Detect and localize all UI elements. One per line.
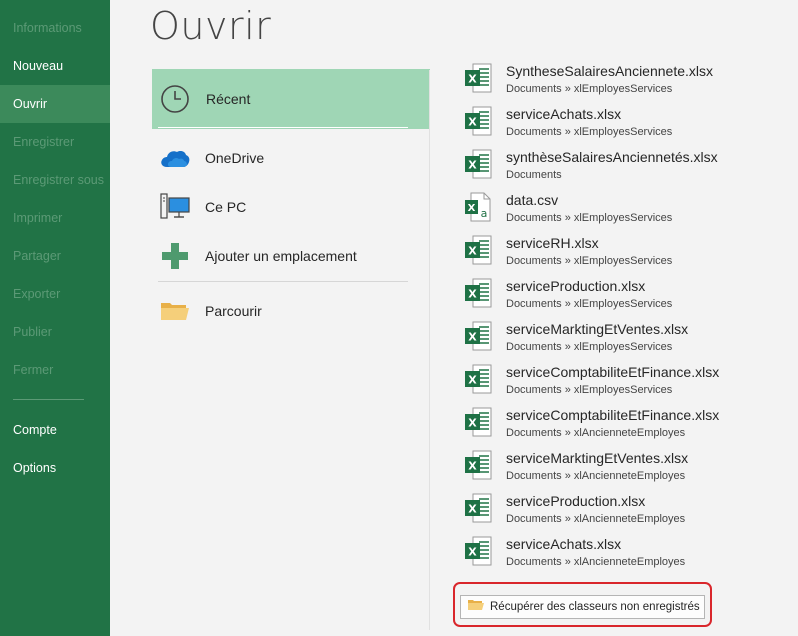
location-label: Parcourir (205, 303, 262, 319)
sidebar-item-enregistrer[interactable]: Enregistrer (0, 123, 110, 161)
location-label: Récent (206, 91, 251, 107)
recover-unsaved-label: Récupérer des classeurs non enregistrés (490, 601, 700, 613)
location-parcourir[interactable]: Parcourir (152, 286, 430, 336)
sidebar-item-publier[interactable]: Publier (0, 313, 110, 351)
file-path: Documents » xlAncienneteEmployes (506, 556, 686, 568)
file-path: Documents » xlEmployesServices (506, 83, 673, 95)
excel-icon: X (464, 407, 492, 437)
file-name: serviceProduction.xlsx (506, 278, 646, 294)
excel-icon: X (464, 106, 492, 136)
recent-file-item[interactable]: XserviceRH.xlsx Documents » xlEmployesSer… (464, 232, 794, 275)
csv-icon: aX (464, 192, 492, 222)
sidebar-item-compte[interactable]: Compte (0, 411, 110, 449)
file-path: Documents » xlEmployesServices (506, 255, 673, 267)
backstage-sidebar: Informations Nouveau Ouvrir Enregistrer … (0, 0, 110, 636)
svg-text:X: X (468, 159, 477, 172)
page-title: Ouvrir (150, 4, 272, 48)
location-ajouter-emplacement[interactable]: Ajouter un emplacement (152, 231, 430, 281)
file-path: Documents » xlEmployesServices (506, 126, 673, 138)
file-name: serviceComptabiliteEtFinance.xlsx (506, 407, 720, 423)
svg-text:X: X (468, 503, 477, 516)
folder-open-icon (468, 598, 484, 616)
svg-text:X: X (468, 288, 477, 301)
file-path: Documents » xlEmployesServices (506, 212, 673, 224)
location-ce-pc[interactable]: Ce PC (152, 182, 430, 232)
sidebar-item-enregistrer-sous[interactable]: Enregistrer sous (0, 161, 110, 199)
clock-icon (158, 82, 192, 116)
excel-icon: X (464, 493, 492, 523)
file-name: serviceMarktingEtVentes.xlsx (506, 321, 689, 337)
svg-text:X: X (468, 331, 477, 344)
sidebar-item-partager[interactable]: Partager (0, 237, 110, 275)
excel-icon: X (464, 278, 492, 308)
recent-file-item[interactable]: XserviceComptabiliteEtFinance.xlsx Docume… (464, 361, 794, 404)
sidebar-item-options[interactable]: Options (0, 449, 110, 487)
file-name: serviceAchats.xlsx (506, 536, 622, 552)
recent-file-item[interactable]: XserviceComptabiliteEtFinance.xlsx Docume… (464, 404, 794, 447)
sidebar-item-fermer[interactable]: Fermer (0, 351, 110, 389)
recent-file-item[interactable]: a Xdata.csv Documents » xlEmployesServices (464, 189, 794, 232)
file-path: Documents » xlAncienneteEmployes (506, 470, 686, 482)
open-panel: Ouvrir Récent OneDrive Ce PC Ajouter un … (110, 0, 798, 636)
svg-text:a: a (481, 207, 488, 220)
file-name: serviceProduction.xlsx (506, 493, 646, 509)
column-separator (429, 70, 430, 630)
recent-file-item[interactable]: XserviceProduction.xlsx Documents » xlAnc… (464, 490, 794, 533)
file-path: Documents » xlEmployesServices (506, 341, 673, 353)
sidebar-item-informations[interactable]: Informations (0, 9, 110, 47)
file-name: serviceAchats.xlsx (506, 106, 622, 122)
file-name: serviceComptabiliteEtFinance.xlsx (506, 364, 720, 380)
file-path: Documents » xlAncienneteEmployes (506, 427, 686, 439)
sidebar-item-nouveau[interactable]: Nouveau (0, 47, 110, 85)
excel-icon: X (464, 450, 492, 480)
location-label: Ce PC (205, 199, 247, 215)
svg-text:X: X (468, 374, 477, 387)
file-name: data.csv (506, 192, 559, 208)
file-path: Documents » xlEmployesServices (506, 384, 673, 396)
file-path: Documents » xlAncienneteEmployes (506, 513, 686, 525)
recent-file-item[interactable]: XserviceAchats.xlsx Documents » xlAncienn… (464, 533, 794, 576)
svg-text:X: X (468, 245, 477, 258)
recent-file-item[interactable]: XserviceMarktingEtVentes.xlsx Documents »… (464, 447, 794, 490)
svg-text:X: X (468, 546, 477, 559)
location-divider (158, 127, 408, 128)
file-name: SyntheseSalairesAnciennete.xlsx (506, 63, 714, 79)
recover-unsaved-button[interactable]: Récupérer des classeurs non enregistrés (460, 595, 705, 619)
sidebar-item-exporter[interactable]: Exporter (0, 275, 110, 313)
location-recent[interactable]: Récent (152, 69, 430, 129)
sidebar-item-imprimer[interactable]: Imprimer (0, 199, 110, 237)
svg-text:X: X (468, 73, 477, 86)
recent-file-item[interactable]: XserviceProduction.xlsx Documents » xlEmp… (464, 275, 794, 318)
svg-text:X: X (468, 203, 476, 214)
file-name: serviceMarktingEtVentes.xlsx (506, 450, 689, 466)
location-onedrive[interactable]: OneDrive (152, 133, 430, 183)
folder-icon (158, 294, 192, 328)
svg-text:X: X (468, 460, 477, 473)
plus-icon (158, 239, 192, 273)
file-name: synthèseSalairesAnciennetés.xlsx (506, 149, 718, 165)
location-label: OneDrive (205, 150, 265, 166)
recent-file-item[interactable]: XsynthèseSalairesAnciennetés.xlsx Documen… (464, 146, 794, 189)
sidebar-item-ouvrir[interactable]: Ouvrir (0, 85, 110, 123)
excel-icon: X (464, 536, 492, 566)
svg-text:X: X (468, 417, 477, 430)
excel-icon: X (464, 235, 492, 265)
computer-icon (158, 190, 192, 224)
excel-icon: X (464, 364, 492, 394)
onedrive-cloud-icon (158, 141, 192, 175)
excel-icon: X (464, 149, 492, 179)
recent-file-item[interactable]: X SyntheseSalairesAnciennete.xlsx Document… (464, 60, 794, 103)
svg-text:X: X (468, 116, 477, 129)
recent-file-item[interactable]: XserviceAchats.xlsx Documents » xlEmploye… (464, 103, 794, 146)
excel-icon: X (464, 321, 492, 351)
location-divider (158, 281, 408, 282)
location-label: Ajouter un emplacement (205, 248, 357, 264)
file-path: Documents (506, 169, 562, 181)
recent-file-item[interactable]: XserviceMarktingEtVentes.xlsx Documents »… (464, 318, 794, 361)
file-name: serviceRH.xlsx (506, 235, 599, 251)
file-path: Documents » xlEmployesServices (506, 298, 673, 310)
sidebar-divider (13, 399, 84, 400)
excel-icon: X (464, 63, 492, 93)
